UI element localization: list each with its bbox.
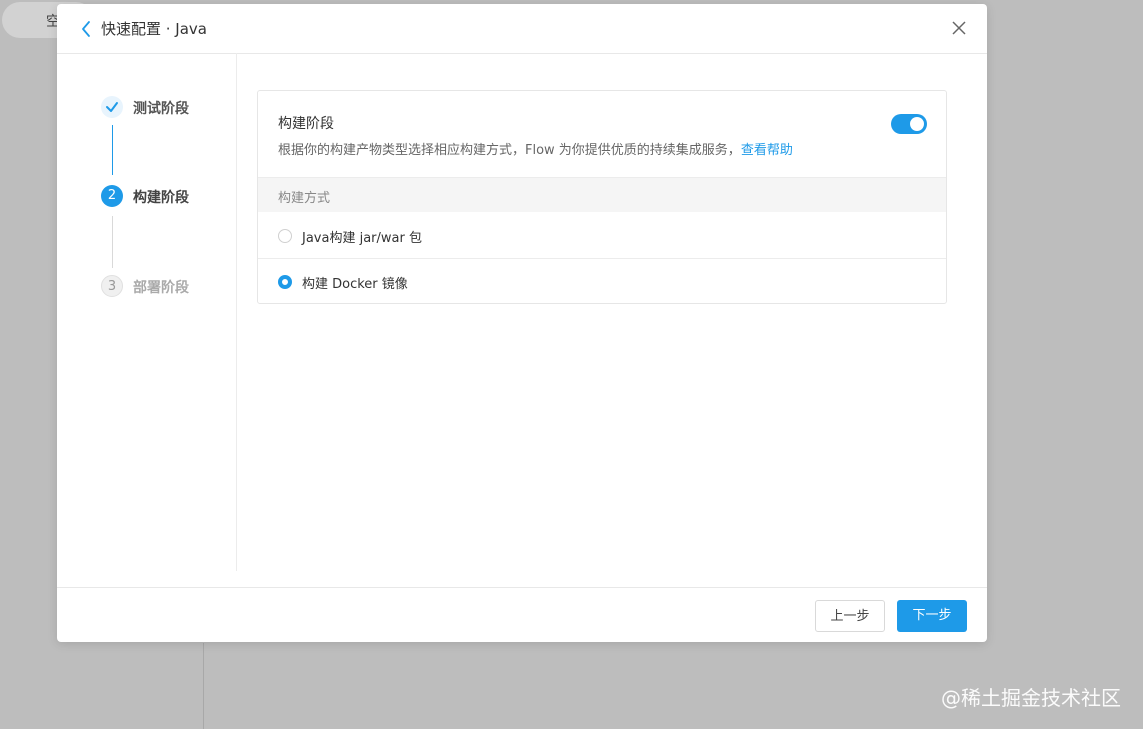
build-stage-card: 构建阶段 根据你的构建产物类型选择相应构建方式，Flow 为你提供优质的持续集成… xyxy=(257,90,947,304)
help-link[interactable]: 查看帮助 xyxy=(741,143,793,158)
quick-config-modal: 快速配置 · Java 测试阶段 2 构建阶段 3 部署阶段 构建阶段 根据你的… xyxy=(57,4,987,642)
close-icon[interactable] xyxy=(949,18,969,38)
step-connector xyxy=(112,125,113,175)
option-docker-build[interactable]: 构建 Docker 镜像 xyxy=(258,259,946,304)
watermark: @稀土掘金技术社区 xyxy=(941,686,1121,710)
modal-title: 快速配置 · Java xyxy=(101,20,207,38)
option-label: Java构建 jar/war 包 xyxy=(302,231,422,246)
build-stage-toggle[interactable] xyxy=(891,114,927,134)
step-number: 2 xyxy=(101,185,123,207)
check-icon xyxy=(106,102,118,112)
build-method-header: 构建方式 xyxy=(258,177,946,212)
step-connector xyxy=(112,216,113,268)
step-number: 3 xyxy=(101,275,123,297)
step-list: 测试阶段 2 构建阶段 3 部署阶段 xyxy=(57,53,237,571)
prev-step-button[interactable]: 上一步 xyxy=(815,600,885,632)
next-step-button[interactable]: 下一步 xyxy=(897,600,967,632)
toggle-knob xyxy=(910,117,924,131)
section-label: 构建方式 xyxy=(278,191,331,206)
background-divider xyxy=(203,643,204,729)
option-label: 构建 Docker 镜像 xyxy=(302,277,408,292)
step-done-marker xyxy=(101,96,123,118)
modal-header: 快速配置 · Java xyxy=(57,4,987,54)
radio-button[interactable] xyxy=(278,275,292,289)
step-label: 测试阶段 xyxy=(133,101,189,117)
step-label: 部署阶段 xyxy=(133,280,189,296)
option-java-build[interactable]: Java构建 jar/war 包 xyxy=(258,213,946,259)
step-label: 构建阶段 xyxy=(133,190,189,206)
chevron-left-icon[interactable] xyxy=(79,19,93,39)
radio-button[interactable] xyxy=(278,229,292,243)
card-title: 构建阶段 xyxy=(278,116,334,132)
description-text: 根据你的构建产物类型选择相应构建方式，Flow 为你提供优质的持续集成服务， xyxy=(278,143,741,158)
modal-footer: 上一步 下一步 xyxy=(57,587,987,643)
card-description: 根据你的构建产物类型选择相应构建方式，Flow 为你提供优质的持续集成服务，查看… xyxy=(278,139,793,158)
